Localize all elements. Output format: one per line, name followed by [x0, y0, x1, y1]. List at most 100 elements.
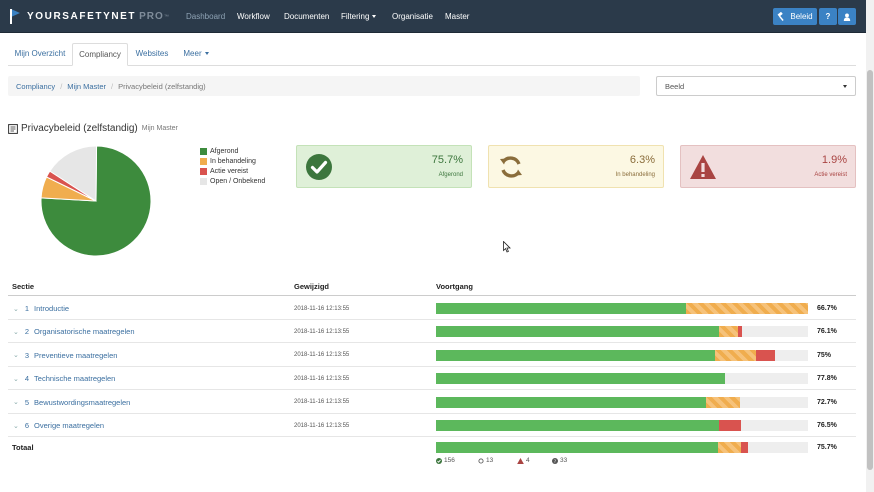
section-date: 2018-11-16 12:13:55 — [294, 399, 350, 406]
section-link[interactable]: ⌄ 4 Technische maatregelen — [8, 367, 115, 390]
table-row: ⌄ 1 Introductie 2018-11-16 12:13:55 66.7% — [8, 297, 856, 320]
progress-complete-segment — [436, 420, 719, 431]
stat-afgerond: 75.7% Afgerond — [296, 145, 472, 188]
breadcrumb: Compliancy / Mijn Master / Privacybeleid… — [8, 76, 640, 96]
stat-actie-vereist-value: 1.9% — [821, 154, 847, 166]
section-number: 5 — [24, 397, 30, 407]
svg-text:?: ? — [554, 458, 556, 463]
user-button[interactable] — [838, 8, 856, 25]
table-row: ⌄ 5 Bewustwordingsmaatregelen 2018-11-16 12… — [8, 391, 856, 414]
legend-swatch — [200, 167, 207, 175]
warning-icon — [690, 155, 716, 179]
nav-workflow[interactable]: Workflow — [237, 12, 270, 21]
table-row: ⌄ 2 Organisatorische maatregelen 2018-11-16… — [8, 320, 856, 344]
nav-documenten[interactable]: Documenten — [284, 12, 329, 21]
progress-inprogress-segment — [706, 396, 740, 408]
table-row: ⌄ 6 Overige maatregelen 2018-11-16 12:13:55… — [8, 414, 856, 437]
count-open: ? 33 — [552, 457, 567, 464]
stat-in-behandeling-value: 6.3% — [629, 154, 655, 166]
progress-inprogress-segment — [719, 326, 738, 338]
nav-dashboard[interactable]: Dashboard — [186, 12, 225, 21]
progress-complete-segment — [436, 349, 715, 361]
count-in-behandeling-value: 13 — [486, 457, 494, 464]
breadcrumb-compliancy[interactable]: Compliancy — [16, 82, 55, 91]
stat-in-behandeling: 6.3% In behandeling — [488, 145, 664, 188]
section-link[interactable]: ⌄ 6 Overige maatregelen — [8, 414, 104, 437]
progress-bar — [436, 303, 808, 314]
count-actie-vereist-value: 4 — [526, 457, 530, 464]
progress-inprogress-segment — [715, 349, 756, 361]
chevron-down-icon[interactable]: ⌄ — [13, 351, 19, 359]
tab-meer[interactable]: Meer — [178, 43, 214, 66]
legend-label: Open / Onbekend — [210, 177, 266, 185]
nav-master[interactable]: Master — [445, 12, 469, 21]
section-number: 2 — [24, 327, 30, 337]
top-navbar: YOURSAFETYNET PRO ™ Dashboard Workflow D… — [0, 0, 866, 33]
tab-websites[interactable]: Websites — [131, 43, 173, 66]
nav-organisatie[interactable]: Organisatie — [392, 12, 433, 21]
section-date: 2018-11-16 12:13:55 — [294, 375, 350, 382]
legend-item: Open / Onbekend — [200, 176, 265, 186]
stat-afgerond-label: Afgerond — [438, 172, 463, 178]
chevron-down-icon[interactable]: ⌄ — [13, 305, 19, 313]
chevron-down-icon[interactable]: ⌄ — [13, 375, 19, 383]
chevron-down-icon — [843, 84, 847, 88]
section-link[interactable]: ⌄ 5 Bewustwordingsmaatregelen — [8, 391, 130, 414]
section-date: 2018-11-16 12:13:55 — [294, 328, 350, 335]
chevron-down-icon[interactable]: ⌄ — [13, 328, 19, 336]
beleid-button[interactable]: Beleid — [773, 8, 817, 25]
section-name: Overige maatregelen — [34, 421, 105, 430]
section-link[interactable]: ⌄ 2 Organisatorische maatregelen — [8, 320, 135, 343]
legend-label: Afgerond — [210, 147, 239, 155]
scrollbar-thumb[interactable] — [867, 70, 873, 470]
tab-meer-label: Meer — [183, 49, 202, 58]
section-date: 2018-11-16 12:13:55 — [294, 352, 350, 359]
tab-mijn-overzicht[interactable]: Mijn Overzicht — [8, 43, 72, 66]
section-name: Preventieve maatregelen — [34, 350, 118, 360]
progress-bar — [436, 420, 808, 431]
tab-compliancy[interactable]: Compliancy — [72, 43, 128, 66]
mouse-cursor-icon — [503, 241, 511, 253]
brand[interactable]: YOURSAFETYNET PRO ™ — [10, 8, 169, 25]
chevron-down-icon[interactable]: ⌄ — [13, 398, 19, 406]
tab-bar: Mijn Overzicht Compliancy Websites Meer — [8, 43, 856, 66]
section-percentage: 72.7% — [817, 398, 837, 406]
breadcrumb-mijn-master[interactable]: Mijn Master — [67, 82, 106, 91]
brand-trademark: ™ — [163, 13, 169, 20]
page-subtitle: Mijn Master — [141, 125, 178, 132]
view-select[interactable]: Beeld — [656, 76, 856, 96]
brand-name: YOURSAFETYNET — [27, 11, 137, 22]
section-name: Technische maatregelen — [34, 374, 116, 384]
progress-complete-segment — [436, 373, 726, 385]
section-link[interactable]: ⌄ 1 Introductie — [8, 297, 69, 320]
section-link[interactable]: ⌄ 3 Preventieve maatregelen — [8, 344, 117, 367]
count-afgerond: 156 — [436, 457, 455, 464]
progress-action-segment — [741, 442, 749, 453]
view-select-value: Beeld — [665, 81, 685, 91]
section-percentage: 76.1% — [817, 328, 837, 336]
total-percentage: 75.7% — [817, 444, 837, 451]
table-header: Sectie Gewijzigd Voortgang — [8, 278, 856, 296]
chevron-down-icon — [204, 52, 209, 55]
section-percentage: 76.5% — [817, 422, 837, 429]
section-percentage: 66.7% — [817, 305, 837, 312]
breadcrumb-separator: / — [60, 81, 63, 91]
progress-complete-segment — [436, 396, 707, 408]
nav-filtering[interactable]: Filtering — [341, 12, 377, 21]
legend-item: Afgerond — [200, 146, 265, 156]
progress-bar — [436, 326, 808, 338]
stat-actie-vereist: 1.9% Actie vereist — [680, 145, 856, 188]
help-button[interactable]: ? — [819, 8, 837, 25]
chart-legend: Afgerond In behandeling Actie vereist Op… — [200, 146, 265, 186]
progress-action-segment — [718, 420, 742, 431]
header-voortgang: Voortgang — [436, 281, 473, 291]
refresh-icon — [478, 457, 484, 464]
help-label: ? — [825, 12, 831, 21]
count-open-value: 33 — [560, 457, 568, 464]
section-name: Bewustwordingsmaatregelen — [34, 397, 131, 407]
brand-suffix: PRO — [139, 11, 164, 22]
legend-label: In behandeling — [210, 157, 256, 165]
stat-in-behandeling-label: In behandeling — [615, 172, 655, 178]
chevron-down-icon[interactable]: ⌄ — [13, 422, 19, 430]
stat-actie-vereist-label: Actie vereist — [814, 172, 847, 178]
